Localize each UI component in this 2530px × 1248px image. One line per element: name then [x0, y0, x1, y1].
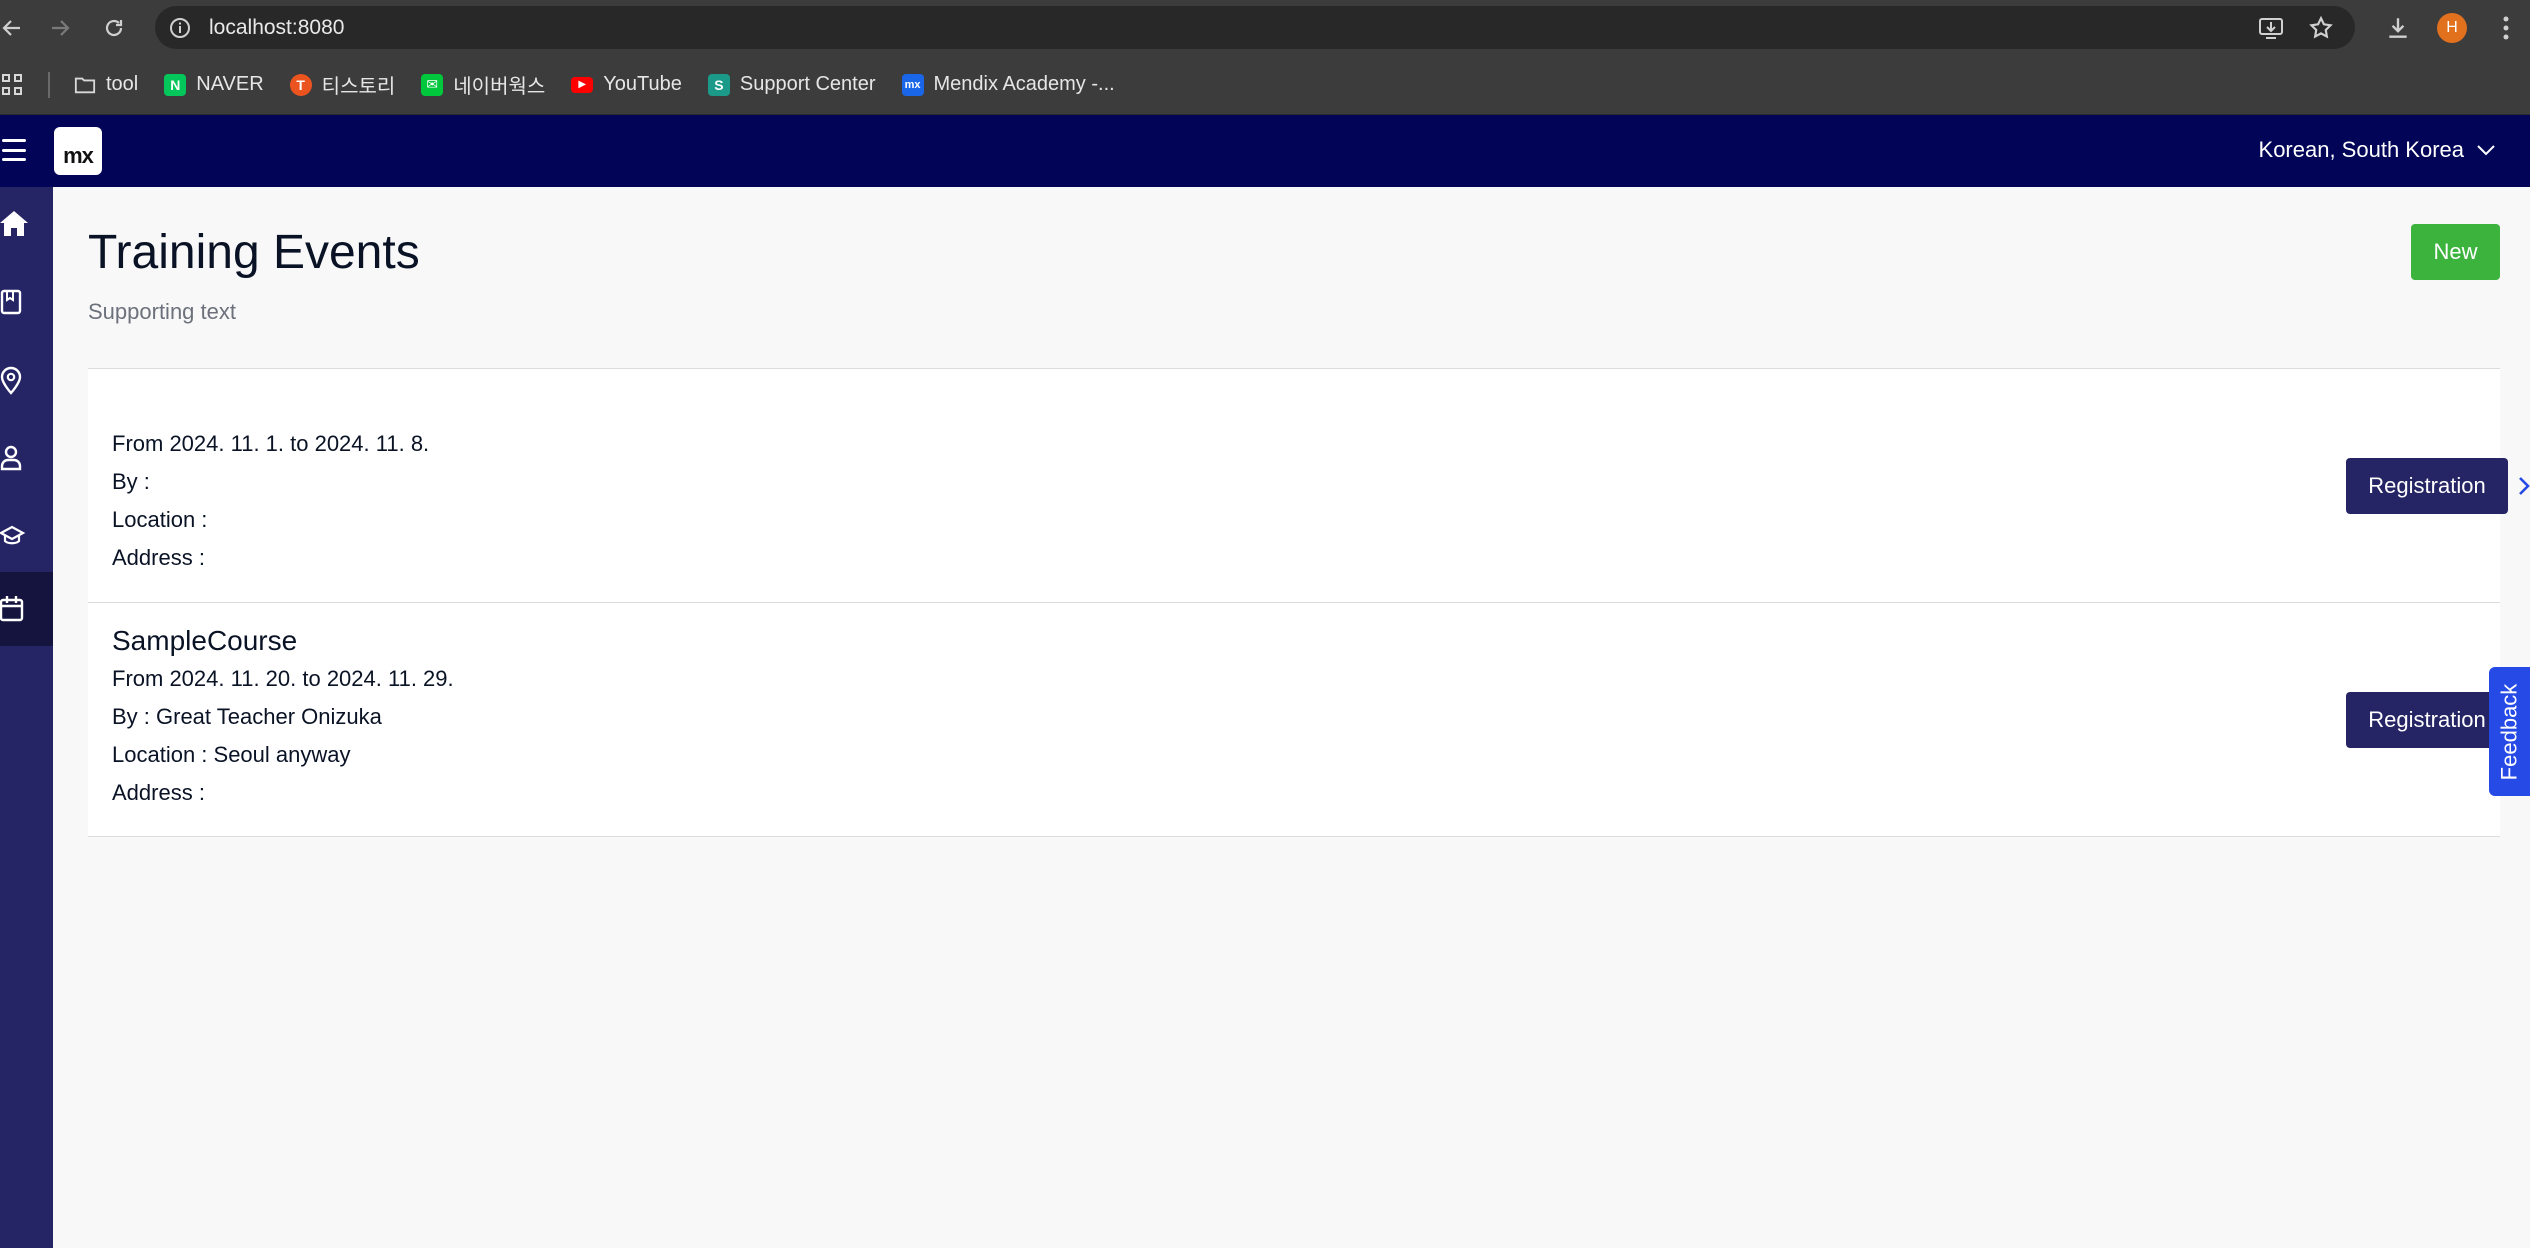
app-header: mx Korean, South Korea: [0, 115, 2530, 187]
sidebar-item-courses[interactable]: [0, 499, 53, 573]
event-details: SampleCourse From 2024. 11. 20. to 2024.…: [112, 622, 454, 812]
bookmark-youtube[interactable]: ▶ YouTube: [571, 73, 682, 96]
bookmark-label: NAVER: [196, 73, 264, 95]
tistory-icon: T: [289, 73, 312, 96]
naverworks-icon: ✉: [421, 73, 444, 96]
hamburger-menu-icon[interactable]: [2, 139, 26, 161]
naver-icon: N: [164, 73, 187, 96]
training-events-list: From 2024. 11. 1. to 2024. 11. 8. By : L…: [88, 368, 2530, 837]
mendix-academy-icon: mx: [901, 73, 924, 96]
bookmark-label: Support Center: [739, 73, 876, 95]
supporting-text: Supporting text: [88, 299, 236, 324]
chevron-down-icon: [2477, 145, 2495, 156]
apps-grid-icon[interactable]: [2, 73, 24, 96]
bookmarks-bar: tool N NAVER T 티스토리 ✉ 네이버웍스 ▶ YouTube S …: [0, 55, 2530, 115]
bookmark-tistory[interactable]: T 티스토리: [289, 70, 396, 99]
browser-menu-button[interactable]: [2488, 10, 2524, 46]
event-teacher: By : Great Teacher Onizuka: [112, 704, 382, 729]
bookmark-star-icon[interactable]: [2307, 14, 2335, 42]
sidebar-item-locations[interactable]: [0, 343, 53, 417]
language-label: Korean, South Korea: [2258, 137, 2464, 162]
youtube-icon: ▶: [571, 76, 594, 93]
user-icon: [0, 445, 22, 471]
reload-icon: [105, 19, 123, 37]
mendix-logo[interactable]: mx: [54, 127, 102, 175]
language-selector[interactable]: Korean, South Korea: [2259, 137, 2496, 163]
bookmark-label: 티스토리: [321, 76, 396, 98]
location-icon: [0, 366, 22, 395]
event-address: Address :: [112, 545, 205, 570]
bookmark-naverworks[interactable]: ✉ 네이버웍스: [421, 70, 545, 99]
sidebar-item-books[interactable]: [0, 265, 53, 339]
sidebar-item-users[interactable]: [0, 421, 53, 495]
bookmarks-divider: [48, 71, 50, 98]
home-icon: [0, 211, 28, 236]
calendar-icon: [0, 596, 24, 622]
url-text: localhost:8080: [209, 15, 345, 39]
address-bar[interactable]: localhost:8080: [155, 6, 2355, 49]
event-title: SampleCourse: [112, 625, 298, 656]
event-location: Location :: [112, 507, 208, 532]
bookmark-tool[interactable]: tool: [74, 73, 138, 96]
feedback-label: Feedback: [2496, 683, 2522, 780]
book-icon: [0, 289, 22, 315]
folder-icon: [74, 74, 96, 96]
profile-avatar: H: [2437, 13, 2467, 43]
registration-button[interactable]: Registration: [2346, 692, 2508, 748]
bookmark-label: 네이버웍스: [453, 76, 546, 98]
event-dates: From 2024. 11. 1. to 2024. 11. 8.: [112, 431, 430, 456]
bookmark-label: tool: [106, 73, 139, 95]
page-title: Training Events: [88, 226, 420, 279]
install-app-icon[interactable]: [2257, 14, 2285, 42]
event-details: From 2024. 11. 1. to 2024. 11. 8. By : L…: [112, 425, 429, 577]
chevron-right-icon[interactable]: [2514, 472, 2530, 500]
sidebar-item-training-events[interactable]: [0, 572, 53, 646]
sidebar-item-home[interactable]: [0, 187, 53, 261]
event-dates: From 2024. 11. 20. to 2024. 11. 29.: [112, 666, 454, 691]
bookmark-naver[interactable]: N NAVER: [164, 73, 264, 96]
bookmark-label: YouTube: [603, 73, 682, 95]
graduation-cap-icon: [0, 525, 26, 545]
forward-button[interactable]: [42, 10, 78, 46]
event-address: Address :: [112, 780, 205, 805]
back-button[interactable]: [0, 10, 30, 46]
new-button[interactable]: New: [2411, 224, 2500, 280]
main-content: Training Events Supporting text New From…: [53, 187, 2530, 1248]
registration-button[interactable]: Registration: [2346, 458, 2508, 514]
feedback-tab[interactable]: Feedback: [2489, 667, 2530, 796]
list-item: SampleCourse From 2024. 11. 20. to 2024.…: [88, 603, 2530, 837]
kebab-menu-icon: [2503, 16, 2509, 40]
event-location: Location : Seoul anyway: [112, 742, 351, 767]
site-info-icon[interactable]: [167, 15, 193, 41]
download-icon: [2389, 18, 2407, 38]
arrow-right-icon: [52, 20, 70, 36]
list-item: From 2024. 11. 1. to 2024. 11. 8. By : L…: [88, 369, 2530, 603]
sidebar: [0, 187, 53, 1248]
browser-toolbar: localhost:8080 H: [0, 0, 2530, 55]
profile-button[interactable]: H: [2434, 10, 2470, 46]
event-teacher: By :: [112, 469, 150, 494]
reload-button[interactable]: [96, 10, 132, 46]
bookmark-label: Mendix Academy -...: [933, 73, 1115, 95]
downloads-button[interactable]: [2380, 10, 2416, 46]
bookmark-support-center[interactable]: S Support Center: [707, 73, 876, 96]
support-center-icon: S: [707, 73, 730, 96]
bookmark-mendix-academy[interactable]: mx Mendix Academy -...: [901, 73, 1115, 96]
arrow-left-icon: [2, 20, 20, 36]
